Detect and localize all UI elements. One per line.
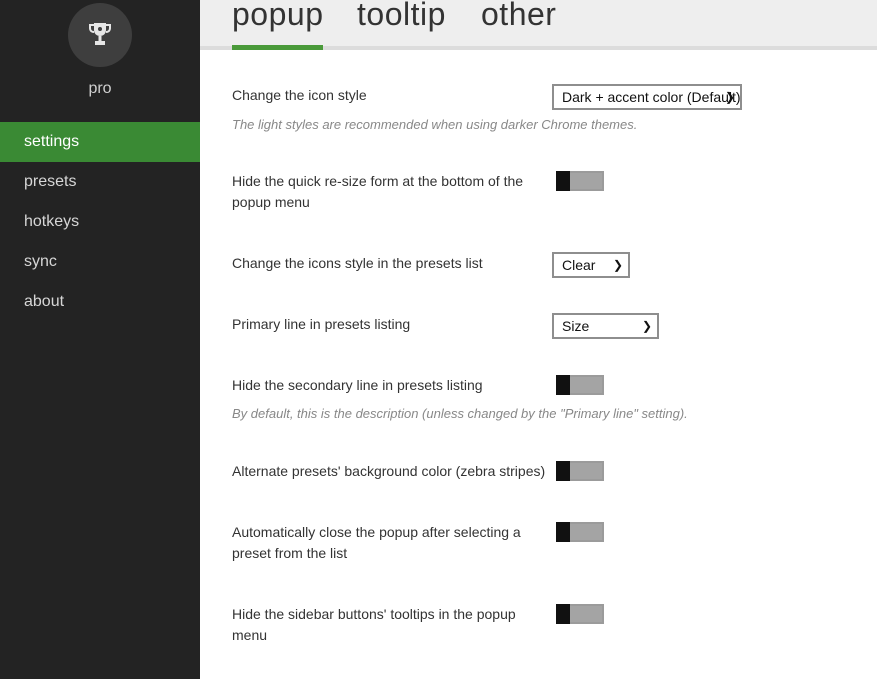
hide-secondary-label: Hide the secondary line in presets listi… <box>232 377 483 393</box>
zebra-label: Alternate presets' background color (zeb… <box>232 463 546 479</box>
hide-resize-toggle[interactable] <box>556 171 604 191</box>
primary-line-value: Size <box>562 318 590 334</box>
hide-secondary-toggle[interactable] <box>556 375 604 395</box>
tab-tooltip[interactable]: tooltip <box>357 0 446 33</box>
icon-style-hint: The light styles are recommended when us… <box>232 117 638 132</box>
icon-style-value: Dark + accent color (Default) <box>562 89 741 105</box>
sidebar-nav: settings presets hotkeys sync about <box>0 122 200 322</box>
chevron-down-icon: ❯ <box>641 319 652 333</box>
auto-close-label: Automatically close the popup after sele… <box>232 524 521 561</box>
sidebar-item-sync[interactable]: sync <box>0 242 200 282</box>
toggle-knob <box>556 522 570 542</box>
sidebar-item-about[interactable]: about <box>0 282 200 322</box>
tab-popup[interactable]: popup <box>232 0 324 50</box>
tabs-bar: popup tooltip other <box>200 0 877 50</box>
sidebar-item-hotkeys[interactable]: hotkeys <box>0 202 200 242</box>
sidebar-item-presets[interactable]: presets <box>0 162 200 202</box>
toggle-knob <box>556 171 570 191</box>
zebra-toggle[interactable] <box>556 461 604 481</box>
primary-line-label: Primary line in presets listing <box>232 316 411 332</box>
hide-tooltips-label: Hide the sidebar buttons' tooltips in th… <box>232 606 516 643</box>
hide-tooltips-toggle[interactable] <box>556 604 604 624</box>
sidebar-item-settings[interactable]: settings <box>0 122 200 162</box>
auto-close-toggle[interactable] <box>556 522 604 542</box>
hide-resize-label: Hide the quick re-size form at the botto… <box>232 173 524 210</box>
presets-icons-style-label: Change the icons style in the presets li… <box>232 255 483 271</box>
avatar[interactable] <box>68 3 132 67</box>
trophy-icon <box>89 23 111 45</box>
presets-icons-style-value: Clear <box>562 257 596 273</box>
toggle-knob <box>556 461 570 481</box>
tab-other[interactable]: other <box>481 0 556 33</box>
sidebar: pro settings presets hotkeys sync about <box>0 0 200 679</box>
icon-style-label: Change the icon style <box>232 87 367 103</box>
toggle-knob <box>556 604 570 624</box>
primary-line-select[interactable]: Size ❯ <box>552 313 659 339</box>
toggle-knob <box>556 375 570 395</box>
presets-icons-style-select[interactable]: Clear ❯ <box>552 252 630 278</box>
chevron-down-icon: ❯ <box>612 258 623 272</box>
hide-secondary-hint: By default, this is the description (unl… <box>232 406 688 421</box>
icon-style-select[interactable]: Dark + accent color (Default) ❯ <box>552 84 742 110</box>
chevron-down-icon: ❯ <box>724 90 735 104</box>
pro-label: pro <box>88 80 112 97</box>
